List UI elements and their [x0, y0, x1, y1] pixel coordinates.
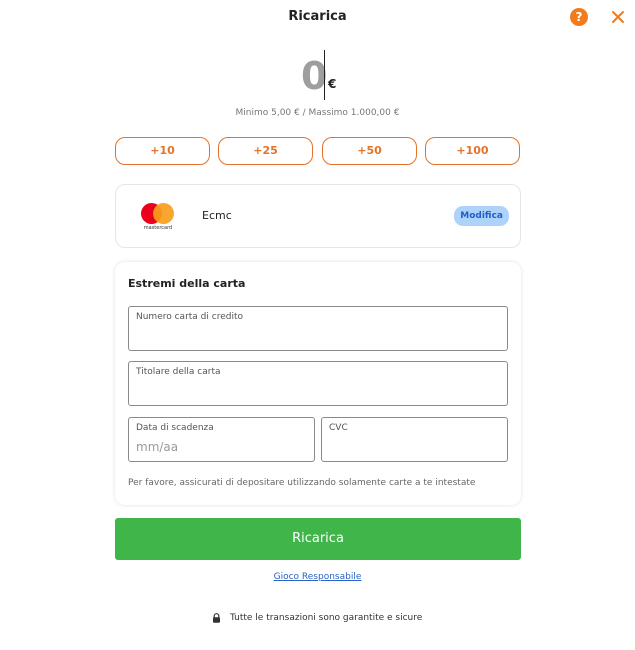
payment-method-card: mastercard Ecmc Modifica — [115, 184, 521, 248]
cvc-field[interactable]: CVC — [321, 417, 508, 462]
close-icon[interactable] — [610, 9, 626, 25]
quick-amount-50-button[interactable]: +50 — [322, 137, 417, 165]
text-caret — [324, 50, 325, 100]
modify-button[interactable]: Modifica — [454, 206, 509, 226]
quick-amount-10-button[interactable]: +10 — [115, 137, 210, 165]
amount-currency: € — [328, 77, 337, 91]
amount-limits: Minimo 5,00 € / Massimo 1.000,00 € — [235, 108, 400, 118]
expiry-date-label: Data di scadenza — [136, 423, 214, 433]
expiry-date-field[interactable]: Data di scadenza mm/aa — [128, 417, 315, 462]
card-details-panel: Estremi della carta Numero carta di cred… — [115, 262, 521, 505]
card-holder-field[interactable]: Titolare della carta — [128, 361, 508, 406]
quick-amount-25-button[interactable]: +25 — [218, 137, 313, 165]
lock-icon — [213, 613, 220, 623]
card-details-title: Estremi della carta — [128, 277, 246, 290]
card-ownership-note: Per favore, assicurati di depositare uti… — [128, 478, 476, 488]
page-title: Ricarica — [288, 9, 347, 24]
recharge-submit-button[interactable]: Ricarica — [115, 518, 521, 560]
secure-transactions-text: Tutte le transazioni sono garantite e si… — [230, 613, 423, 623]
payment-method-name: Ecmc — [202, 209, 232, 222]
card-number-field[interactable]: Numero carta di credito — [128, 306, 508, 351]
quick-amount-100-button[interactable]: +100 — [425, 137, 520, 165]
mastercard-logo-text: mastercard — [143, 225, 173, 231]
expiry-date-placeholder: mm/aa — [136, 440, 179, 454]
cvc-label: CVC — [329, 423, 348, 433]
amount-display[interactable]: 0 € — [290, 50, 350, 102]
card-number-label: Numero carta di credito — [136, 312, 243, 322]
card-holder-label: Titolare della carta — [136, 367, 221, 377]
responsible-gaming-link[interactable]: Gioco Responsabile — [0, 572, 635, 582]
mastercard-logo-icon: mastercard — [140, 201, 180, 233]
help-icon[interactable]: ? — [570, 8, 588, 26]
